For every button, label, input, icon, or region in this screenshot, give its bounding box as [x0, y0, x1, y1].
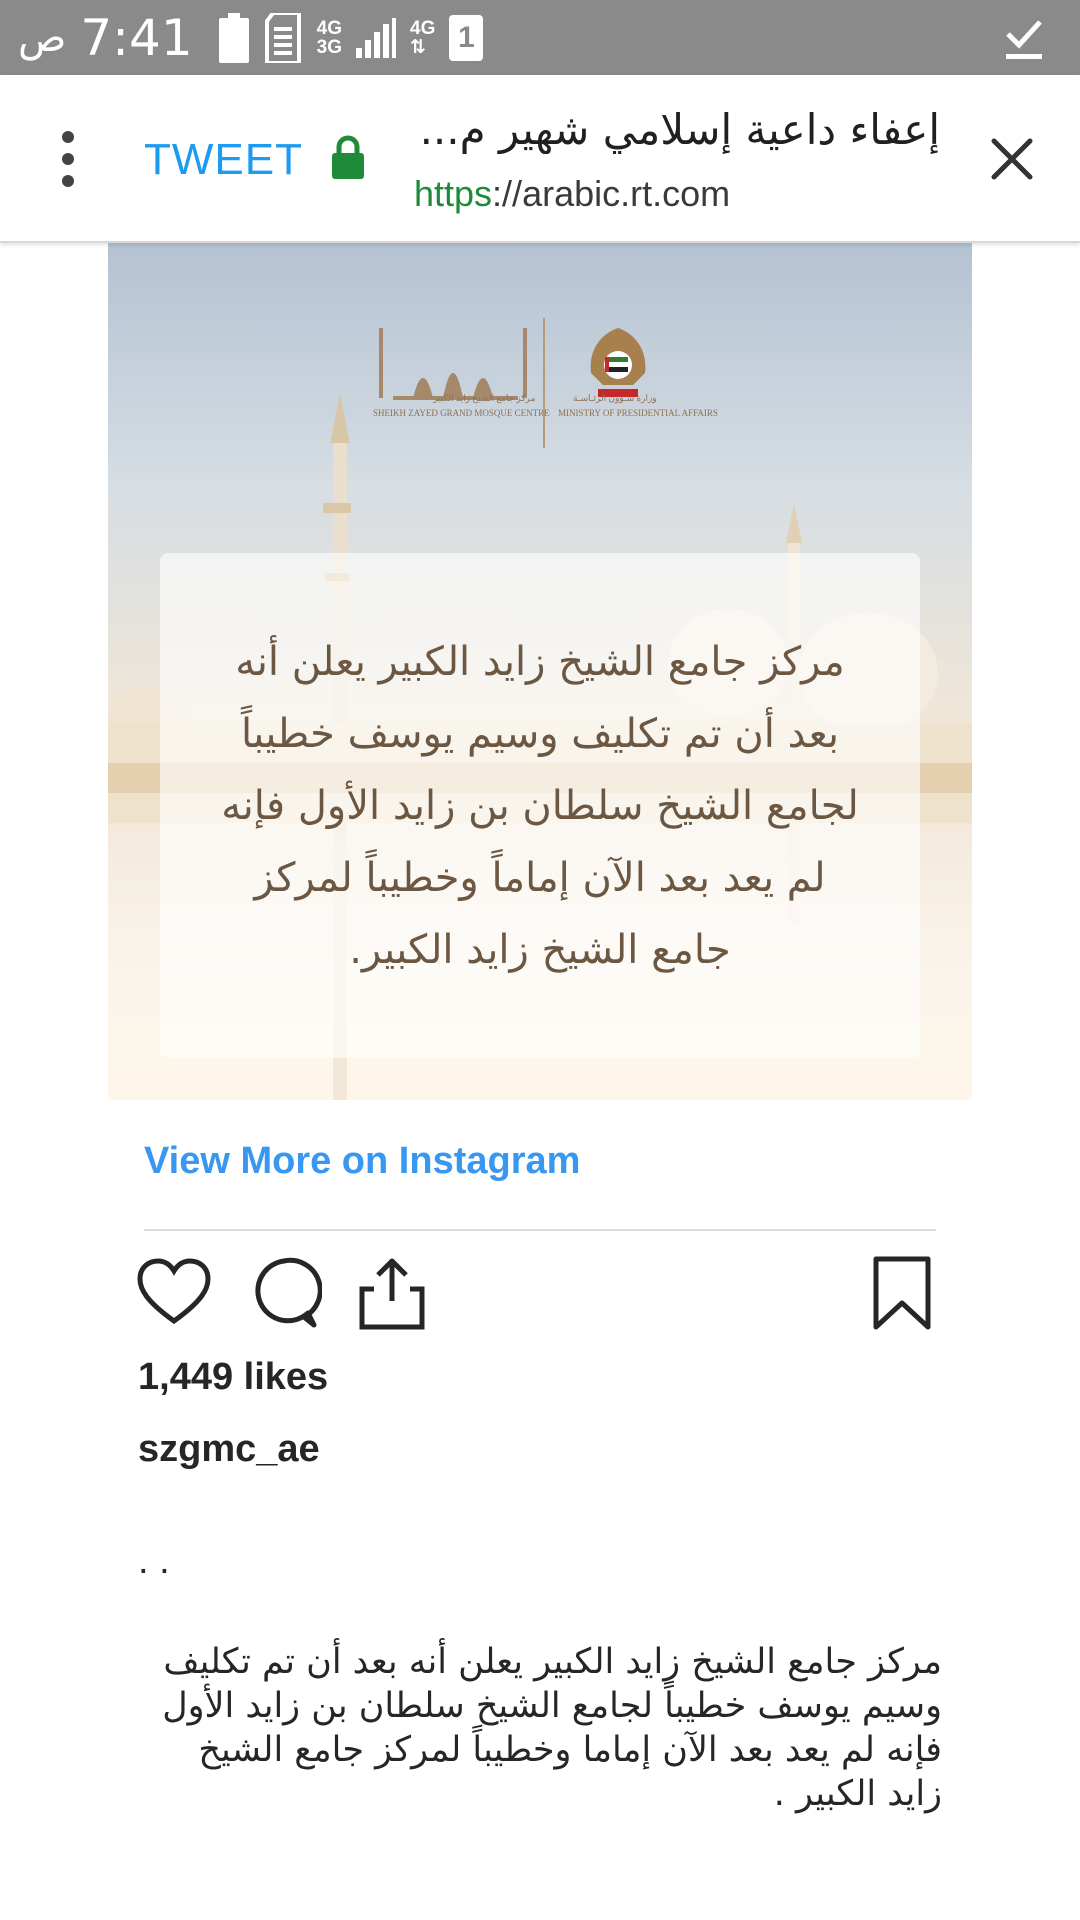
url-host: arabic.rt.com — [522, 173, 731, 214]
section-divider — [144, 1229, 936, 1231]
bookmark-save-icon[interactable] — [864, 1255, 940, 1331]
menu-dot-icon — [62, 131, 74, 143]
data-network-type: 4G — [410, 17, 436, 39]
caption-dots: . . — [138, 1540, 170, 1582]
like-heart-icon[interactable] — [136, 1255, 212, 1331]
status-ampm: ص — [18, 14, 67, 61]
announcement-line: لم يعد بعد الآن إماماً وخطيباً لمركز — [254, 854, 826, 901]
announcement-line: مركز جامع الشيخ زايد الكبير يعلن أنه — [235, 638, 845, 685]
mosque-logo-english: SHEIKH ZAYED GRAND MOSQUE CENTRE — [373, 408, 550, 418]
status-time: 7:41 — [80, 8, 193, 67]
announcement-line: بعد أن تم تكليف وسيم يوسف خطيباً — [240, 710, 839, 757]
status-clock: ص 7:41 4G 3G 4G ⇅ 1 — [18, 0, 484, 75]
url-scheme: https — [414, 173, 493, 214]
network-type-top: 4G — [316, 17, 342, 39]
data-network-label: 4G ⇅ — [410, 19, 435, 57]
page-title: إعفاء داعية إسلامي شهير م... — [419, 105, 940, 154]
caption-line: وسيم يوسف خطيباً لجامع الشيخ سلطان بن زا… — [162, 1686, 942, 1726]
share-icon[interactable] — [354, 1255, 430, 1331]
menu-dot-icon — [62, 175, 74, 187]
menu-dot-icon — [62, 153, 74, 165]
ministry-logo-english: MINISTRY OF PRESIDENTIAL AFFAIRS — [558, 408, 718, 418]
url-separator: :// — [492, 173, 523, 214]
instagram-post-image[interactable]: مركز جامع الشيخ زايد الكبير SHEIKH ZAYED… — [108, 243, 972, 1100]
secure-lock-icon[interactable] — [330, 135, 366, 179]
view-more-on-instagram-link[interactable]: View More on Instagram — [144, 1140, 580, 1183]
status-bar: ص 7:41 4G 3G 4G ⇅ 1 — [0, 0, 1080, 75]
announcement-text: مركز جامع الشيخ زايد الكبير يعلن أنه بعد… — [221, 626, 859, 986]
custom-tab-toolbar: TWEET إعفاء داعية إسلامي شهير م... https… — [0, 75, 1080, 243]
signal-strength-icon — [356, 17, 396, 58]
post-actions — [136, 1255, 936, 1335]
tweet-button[interactable]: TWEET — [144, 135, 303, 185]
close-button[interactable] — [988, 135, 1036, 183]
logo-divider — [543, 318, 545, 448]
sim-card-icon — [264, 12, 301, 63]
post-username[interactable]: szgmc_ae — [138, 1428, 320, 1471]
caption-line: مركز جامع الشيخ زايد الكبير يعلن أنه بعد… — [163, 1642, 942, 1682]
announcement-card: مركز جامع الشيخ زايد الكبير يعلن أنه بعد… — [160, 553, 920, 1058]
caption-line: زايد الكبير . — [773, 1774, 942, 1814]
download-complete-icon — [1006, 19, 1042, 59]
ministry-logo-arabic: وزارة شـؤون الرئـاسـة — [573, 393, 657, 403]
post-caption: مركز جامع الشيخ زايد الكبير يعلن أنه بعد… — [136, 1640, 942, 1816]
mosque-logo-arabic: مركز جامع الشيخ زايد الكبير — [433, 393, 536, 403]
overflow-menu-button[interactable] — [52, 131, 84, 187]
sim-slot-badge: 1 — [449, 14, 484, 61]
network-type-bottom: 3G — [316, 36, 342, 58]
announcement-line: جامع الشيخ زايد الكبير. — [349, 926, 731, 973]
comment-bubble-icon[interactable] — [246, 1255, 322, 1331]
announcement-line: لجامع الشيخ سلطان بن زايد الأول فإنه — [221, 782, 859, 829]
status-notifications — [1004, 0, 1044, 75]
page-url[interactable]: https://arabic.rt.com — [414, 173, 730, 215]
logo-header: مركز جامع الشيخ زايد الكبير SHEIKH ZAYED… — [373, 308, 718, 448]
likes-count[interactable]: 1,449 likes — [138, 1356, 328, 1399]
network-type-label: 4G 3G — [317, 19, 342, 57]
battery-icon — [218, 12, 249, 63]
data-arrows-icon: ⇅ — [410, 36, 426, 58]
caption-line: فإنه لم يعد بعد الآن إماما وخطيباً لمركز… — [198, 1730, 942, 1770]
